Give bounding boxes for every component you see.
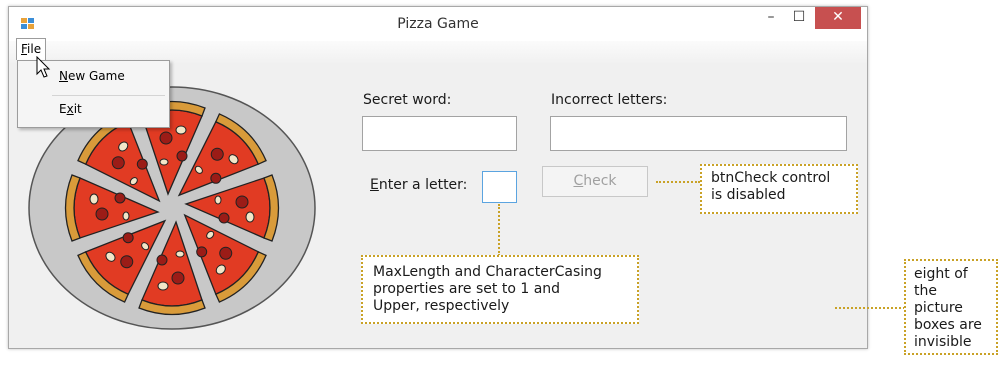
invisible-callout-line-2: the picture — [914, 283, 963, 316]
enter-letter-accel: E — [370, 177, 379, 193]
letterbox-callout-line-3: Upper, respectively — [373, 298, 510, 314]
invisible-callout-leader — [835, 307, 905, 309]
new-game-accel: N — [59, 69, 68, 83]
check-callout-line-1: btnCheck control — [711, 170, 831, 186]
menu-item-new-game[interactable]: New Game — [59, 69, 125, 83]
invisible-callout-line-1: eight of — [914, 266, 968, 282]
letterbox-callout-line-2: properties are set to 1 and — [373, 281, 561, 297]
menu-item-exit[interactable]: Exit — [59, 102, 82, 116]
window-title: Pizza Game — [397, 16, 479, 32]
title-bar[interactable]: Pizza Game – ☐ ✕ — [9, 7, 867, 41]
mouse-pointer-icon — [36, 56, 51, 78]
incorrect-letters-label: Incorrect letters: — [551, 92, 668, 108]
maximize-button[interactable]: ☐ — [785, 7, 813, 29]
menu-file-rest: ile — [27, 42, 42, 56]
check-callout-line-2: is disabled — [711, 187, 786, 203]
minimize-button[interactable]: – — [757, 7, 785, 29]
secret-word-box — [362, 116, 517, 151]
letterbox-callout: MaxLength and CharacterCasing properties… — [361, 255, 639, 324]
check-button: Check — [542, 166, 648, 197]
enter-letter-label: Enter a letter: — [370, 177, 467, 193]
check-accel: C — [573, 173, 584, 189]
check-callout-leader — [656, 181, 700, 183]
check-disabled-callout: btnCheck control is disabled — [700, 164, 858, 214]
check-rest: heck — [583, 173, 617, 189]
new-game-rest: ew Game — [67, 69, 125, 83]
invisible-boxes-callout: eight of the picture boxes are invisible — [904, 259, 998, 355]
exit-pre: E — [59, 102, 67, 116]
letterbox-callout-line-1: MaxLength and CharacterCasing — [373, 264, 602, 280]
exit-rest: it — [73, 102, 82, 116]
letter-input[interactable] — [482, 171, 517, 203]
secret-word-label: Secret word: — [363, 92, 452, 108]
close-button[interactable]: ✕ — [815, 7, 861, 29]
invisible-callout-line-4: invisible — [914, 334, 972, 350]
exit-accel: x — [66, 102, 74, 116]
enter-letter-rest: nter a letter: — [378, 177, 468, 193]
letterbox-callout-leader — [498, 204, 500, 256]
invisible-callout-line-3: boxes are — [914, 317, 982, 333]
incorrect-letters-box — [550, 116, 847, 151]
menu-separator — [52, 95, 165, 96]
